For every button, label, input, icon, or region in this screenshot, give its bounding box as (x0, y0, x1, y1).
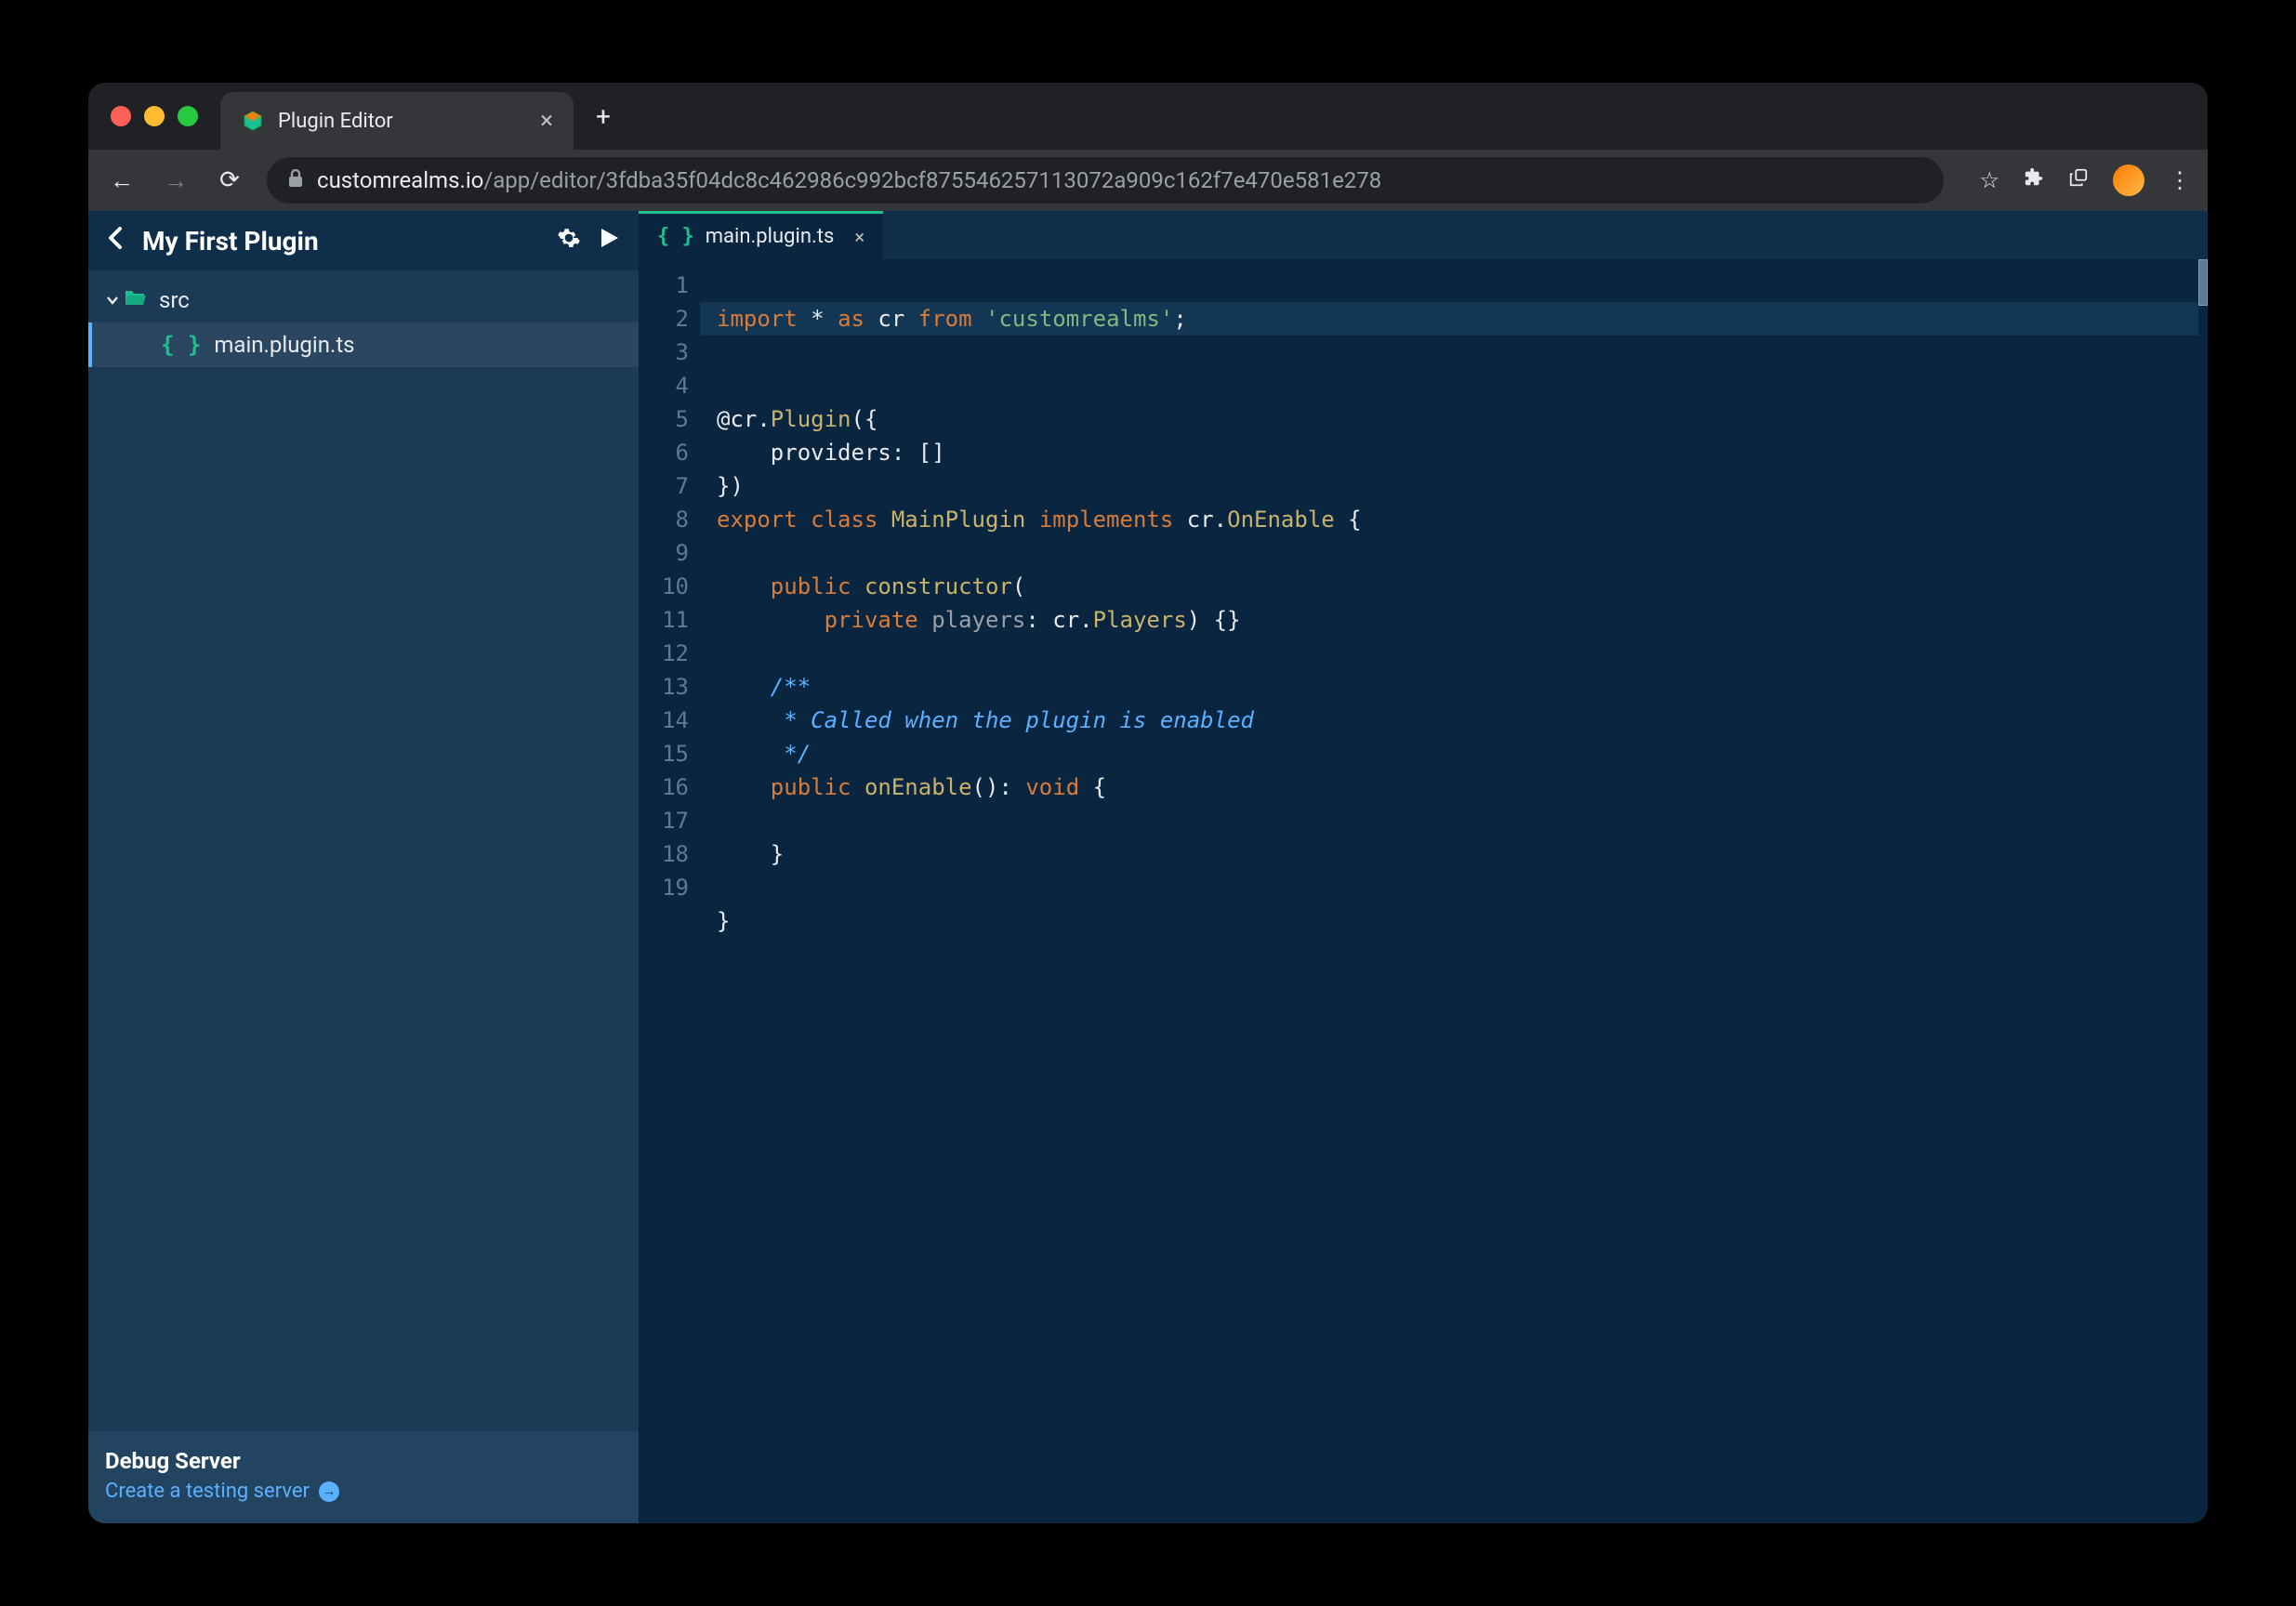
debug-link-label: Create a testing server (105, 1480, 310, 1503)
sidebar-back-button[interactable] (107, 225, 124, 257)
kw-void: void (1025, 774, 1079, 800)
class-name: MainPlugin (891, 507, 1026, 533)
braces-icon: { } (657, 225, 694, 248)
minimap-viewport[interactable] (2198, 259, 2208, 306)
type-players: Players (1093, 607, 1187, 633)
extensions-icon[interactable] (2024, 167, 2044, 193)
browser-toolbar: ← → ⟳ customrealms.io/app/editor/3fdba35… (88, 150, 2208, 211)
url-domain: customrealms.io (317, 167, 483, 193)
reload-button[interactable]: ⟳ (213, 166, 246, 194)
run-button[interactable] (600, 227, 620, 256)
decorator-prefix: @cr. (717, 406, 771, 432)
profile-avatar[interactable] (2113, 165, 2144, 196)
line-gutter: 12345678910111213141516171819 (639, 259, 700, 1523)
kw-implements: implements (1039, 507, 1174, 533)
file-label: main.plugin.ts (214, 332, 354, 358)
comment-close: */ (771, 741, 811, 767)
star-icon[interactable]: ☆ (1979, 167, 1999, 193)
providers: providers: [] (771, 440, 945, 466)
folder-src[interactable]: src (88, 278, 639, 323)
kw-from: from (918, 306, 972, 332)
kw-public2: public (771, 774, 851, 800)
arrow-right-circle-icon: → (319, 1481, 339, 1502)
browser-tabstrip: Plugin Editor × + (88, 83, 2208, 150)
braces-icon: { } (161, 332, 201, 358)
window-controls (111, 106, 198, 126)
chevron-down-icon (101, 287, 124, 313)
sidebar: My First Plugin src (88, 211, 639, 1523)
lock-icon (287, 169, 304, 192)
toolbar-right: ☆ ⋮ (1979, 165, 2191, 196)
kw-export: export (717, 507, 798, 533)
browser-window: Plugin Editor × + ← → ⟳ customrealms.io/… (88, 83, 2208, 1523)
back-button[interactable]: ← (105, 166, 139, 195)
kw-as: as (838, 306, 864, 332)
window-minimize-button[interactable] (144, 106, 165, 126)
sidebar-header: My First Plugin (88, 211, 639, 270)
debug-server-title: Debug Server (105, 1448, 622, 1474)
code-content[interactable]: import * as cr from 'customrealms'; @cr.… (700, 259, 2208, 1523)
project-title: My First Plugin (142, 226, 538, 257)
comment-open: /** (771, 674, 811, 700)
ns-cr: cr. (1187, 507, 1227, 533)
kw-public: public (771, 573, 851, 599)
ns-cr2: cr. (1052, 607, 1092, 633)
media-icon[interactable] (2068, 167, 2089, 193)
fn-constructor: constructor (864, 573, 1012, 599)
folder-open-icon (124, 288, 148, 312)
comment-body: * Called when the plugin is enabled (771, 707, 1254, 733)
app-root: My First Plugin src (88, 211, 2208, 1523)
kw-private: private (825, 607, 918, 633)
editor-tab-main-plugin[interactable]: { } main.plugin.ts × (639, 211, 883, 259)
type-onenable: OnEnable (1227, 507, 1335, 533)
file-tree: src { } main.plugin.ts (88, 270, 639, 375)
id-cr: cr (877, 306, 904, 332)
editor-tabbar: { } main.plugin.ts × (639, 211, 2208, 259)
new-tab-button[interactable]: + (596, 101, 611, 132)
editor-tab-label: main.plugin.ts (706, 225, 835, 248)
url-path: /app/editor/3fdba35f04dc8c462986c992bcf8… (483, 167, 1381, 193)
address-bar[interactable]: customrealms.io/app/editor/3fdba35f04dc8… (267, 157, 1944, 204)
editor-tab-close[interactable]: × (854, 226, 864, 248)
tab-favicon (241, 109, 265, 133)
forward-button[interactable]: → (159, 166, 192, 195)
tab-title: Plugin Editor (278, 110, 393, 133)
window-close-button[interactable] (111, 106, 131, 126)
file-main-plugin[interactable]: { } main.plugin.ts (88, 323, 639, 367)
fn-onenable: onEnable (864, 774, 972, 800)
tab-close-button[interactable]: × (540, 107, 553, 135)
window-maximize-button[interactable] (178, 106, 198, 126)
debug-server-panel: Debug Server Create a testing server → (88, 1431, 639, 1523)
code-area[interactable]: 12345678910111213141516171819 import * a… (639, 259, 2208, 1523)
param-players: players (931, 607, 1025, 633)
create-testing-server-link[interactable]: Create a testing server → (105, 1480, 339, 1503)
kw-class: class (811, 507, 877, 533)
kw-import: import (717, 306, 798, 332)
folder-label: src (159, 287, 190, 313)
settings-button[interactable] (557, 226, 581, 257)
str-module: 'customrealms' (985, 306, 1173, 332)
browser-tab[interactable]: Plugin Editor × (220, 92, 574, 150)
menu-icon[interactable]: ⋮ (2169, 167, 2191, 193)
code-editor: { } main.plugin.ts × 1234567891011121314… (639, 211, 2208, 1523)
decorator-name: Plugin (771, 406, 851, 432)
